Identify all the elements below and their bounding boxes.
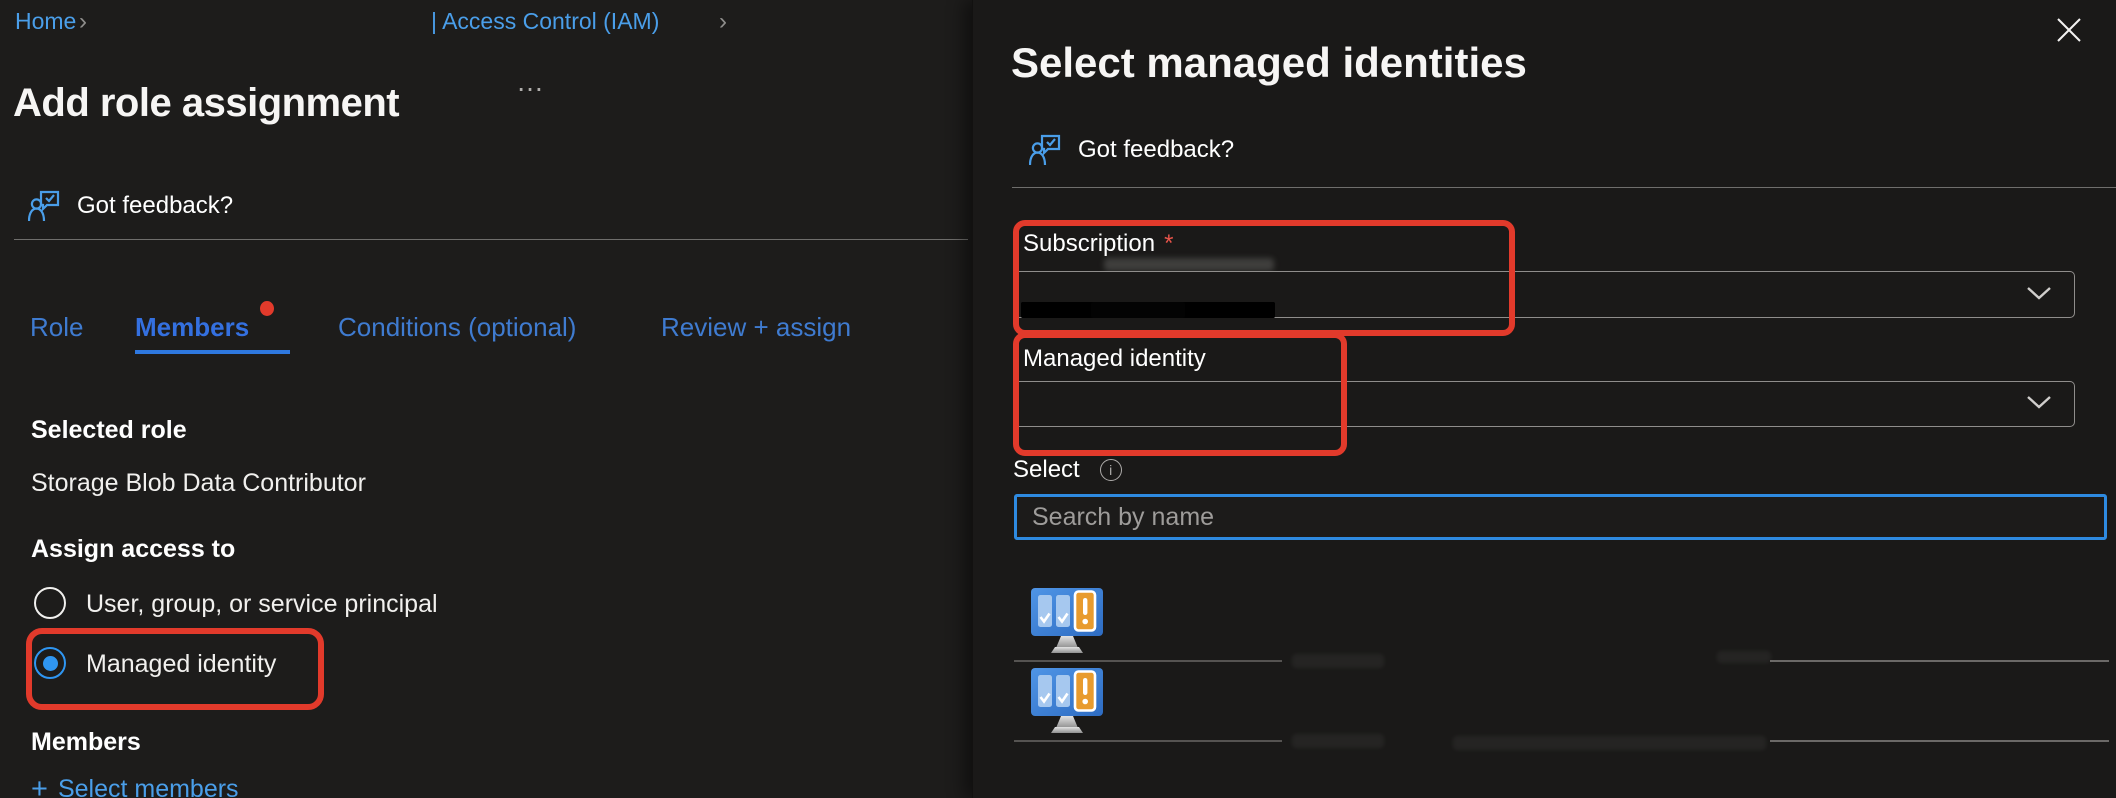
- feedback-link[interactable]: Got feedback?: [28, 186, 233, 226]
- select-members-label: Select members: [58, 775, 239, 798]
- managed-identity-dropdown[interactable]: [1014, 381, 2075, 427]
- chevron-down-icon: [2026, 394, 2052, 410]
- virtual-machine-icon: [1030, 587, 1104, 655]
- radio-label-user-group[interactable]: User, group, or service principal: [86, 590, 438, 619]
- feedback-label: Got feedback?: [77, 192, 233, 220]
- more-options-button[interactable]: …: [516, 66, 547, 98]
- feedback-icon: [28, 189, 62, 223]
- breadcrumb-access-control-link[interactable]: | Access Control (IAM): [431, 8, 659, 35]
- assign-access-heading: Assign access to: [31, 535, 235, 564]
- active-tab-underline: [135, 350, 290, 354]
- screen: Home › | Access Control (IAM) › Add role…: [0, 0, 2116, 798]
- select-label-row: Select i: [1013, 456, 1122, 484]
- managed-identity-label: Managed identity: [1023, 345, 1206, 373]
- tab-role[interactable]: Role: [30, 312, 83, 343]
- selected-role-value: Storage Blob Data Contributor: [31, 469, 366, 498]
- list-divider: [1014, 740, 1282, 742]
- plus-icon: +: [31, 775, 48, 798]
- select-label: Select: [1013, 456, 1080, 484]
- radio-managed-identity[interactable]: [34, 647, 66, 679]
- virtual-machine-icon: [1030, 667, 1104, 735]
- feedback-link[interactable]: Got feedback?: [1029, 130, 1234, 170]
- search-box: [1014, 494, 2107, 540]
- tab-review-assign[interactable]: Review + assign: [661, 312, 851, 343]
- list-divider: [1770, 740, 2109, 742]
- identity-list-item[interactable]: [1014, 586, 2107, 658]
- search-input[interactable]: [1017, 497, 2104, 537]
- required-asterisk: *: [1164, 230, 1173, 257]
- radio-label-managed-identity[interactable]: Managed identity: [86, 650, 276, 679]
- chevron-right-icon: ›: [79, 8, 87, 36]
- close-panel-button[interactable]: [2049, 10, 2089, 50]
- panel-title: Select managed identities: [1011, 39, 1527, 87]
- breadcrumb-home-link[interactable]: Home: [15, 8, 76, 35]
- breadcrumb: Home › | Access Control (IAM) ›: [15, 8, 955, 38]
- subscription-label: Subscription*: [1023, 230, 1173, 258]
- redaction-smudge: [1453, 736, 1766, 750]
- members-heading: Members: [31, 728, 141, 757]
- section-divider: [1012, 187, 2116, 188]
- list-divider: [1014, 660, 1282, 662]
- feedback-label: Got feedback?: [1078, 136, 1234, 164]
- chevron-down-icon: [2026, 285, 2052, 301]
- identity-list-item[interactable]: [1014, 666, 2107, 738]
- page-title: Add role assignment: [13, 81, 399, 126]
- chevron-right-icon: ›: [719, 8, 727, 36]
- add-role-assignment-page: Home › | Access Control (IAM) › Add role…: [0, 0, 972, 798]
- redaction-smudge: [1104, 258, 1274, 271]
- selected-role-heading: Selected role: [31, 416, 187, 445]
- subscription-dropdown[interactable]: [1014, 271, 2075, 318]
- tab-conditions[interactable]: Conditions (optional): [338, 312, 576, 343]
- select-members-link[interactable]: + Select members: [31, 775, 239, 798]
- feedback-icon: [1029, 133, 1063, 167]
- members-tab-unsaved-dot: [260, 301, 274, 316]
- select-managed-identities-panel: Select managed identities Got feedback?: [972, 0, 2116, 798]
- section-divider: [14, 239, 968, 240]
- list-divider: [1770, 660, 2109, 662]
- info-icon[interactable]: i: [1100, 459, 1122, 481]
- tab-members[interactable]: Members: [135, 312, 249, 343]
- radio-user-group-service-principal[interactable]: [34, 587, 66, 619]
- close-icon: [2056, 17, 2082, 43]
